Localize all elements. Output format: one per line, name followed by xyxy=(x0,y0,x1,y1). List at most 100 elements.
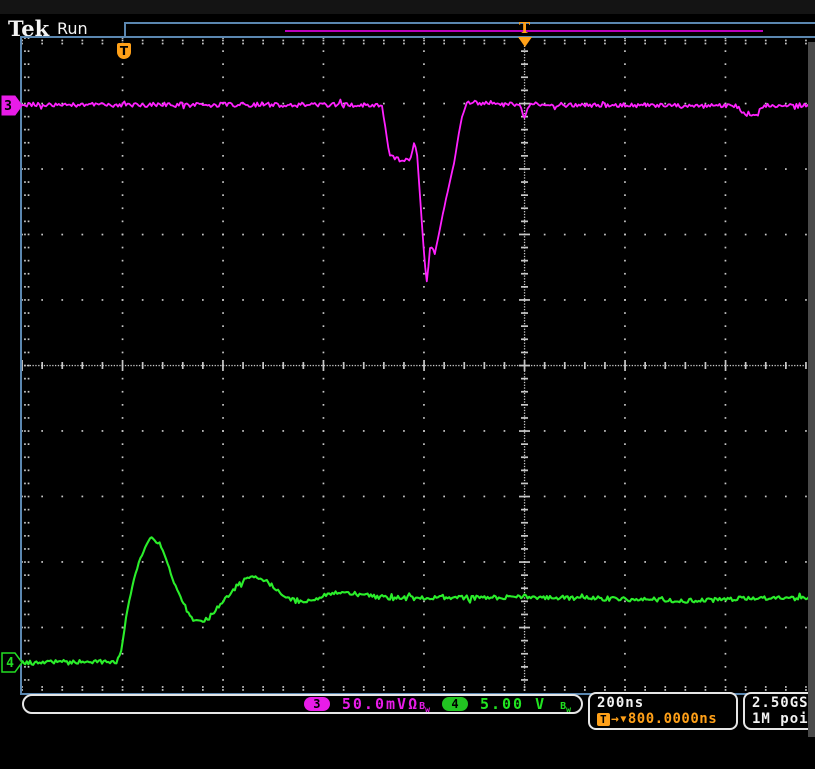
grid-dot xyxy=(322,456,325,459)
grid-dot xyxy=(503,42,506,45)
grid-dot xyxy=(290,364,292,367)
grid-dot xyxy=(293,364,295,367)
grid-dot xyxy=(362,299,365,301)
grid-dot xyxy=(222,482,224,485)
grid-dot xyxy=(81,495,84,498)
grid-dot xyxy=(393,364,396,367)
grid-dot xyxy=(322,613,325,616)
grid-dot xyxy=(523,538,526,540)
grid-dot xyxy=(202,626,204,629)
grid-dot xyxy=(262,686,264,688)
grid-dot xyxy=(704,362,707,369)
grid-dot xyxy=(584,495,586,498)
grid-dot xyxy=(27,404,30,406)
grid-dot xyxy=(704,626,707,629)
grid-dot xyxy=(521,613,528,616)
grid-dot xyxy=(161,42,164,45)
grid-dot xyxy=(222,155,224,157)
grid-dot xyxy=(189,364,191,367)
grid-dot xyxy=(483,39,486,42)
grid-dot xyxy=(519,102,530,105)
grid-dot xyxy=(581,364,583,367)
grid-dot xyxy=(38,364,40,367)
grid-dot xyxy=(503,689,506,691)
grid-dot xyxy=(724,469,727,472)
grid-dot xyxy=(523,401,526,403)
grid-dot xyxy=(505,364,508,367)
grid-dot xyxy=(24,38,26,39)
grid-dot xyxy=(483,689,486,691)
grid-dot xyxy=(592,364,594,367)
grid-dot xyxy=(628,364,631,367)
grid-dot xyxy=(141,42,144,45)
grid-dot xyxy=(279,364,281,367)
grid-dot xyxy=(500,364,502,367)
grid-dot xyxy=(61,561,64,563)
grid-dot xyxy=(523,98,526,101)
ch4-trace xyxy=(22,536,815,666)
grid-dot xyxy=(383,626,385,629)
grid-dot xyxy=(206,364,208,367)
grid-dot xyxy=(407,364,410,367)
grid-dot xyxy=(282,362,285,369)
grid-dot xyxy=(584,561,586,563)
grid-dot xyxy=(181,430,184,432)
grid-dot xyxy=(27,351,30,354)
grid-dot xyxy=(724,181,727,183)
grid-dot xyxy=(523,477,526,479)
grid-dot xyxy=(27,377,30,380)
grid-dot xyxy=(27,338,30,341)
grid-dot xyxy=(523,303,526,305)
grid-dot xyxy=(55,364,57,367)
grid-dot xyxy=(443,299,445,301)
grid-dot xyxy=(158,364,160,367)
grid-dot xyxy=(362,561,365,563)
grid-dot xyxy=(519,430,530,432)
grid-dot xyxy=(724,548,727,550)
grid-dot xyxy=(620,364,622,367)
grid-dot xyxy=(27,417,30,419)
grid-dot xyxy=(121,377,124,380)
grid-dot xyxy=(403,299,405,301)
grid-dot xyxy=(805,430,807,432)
channel-readout-bar: 3 50.0mVΩBw 4 5.00 V Bw xyxy=(22,694,583,714)
grid-dot xyxy=(342,626,345,629)
grid-dot xyxy=(523,93,526,95)
grid-dot xyxy=(754,364,757,367)
expansion-point-icon: ▼ xyxy=(620,714,627,725)
grid-dot xyxy=(503,686,506,688)
grid-dot xyxy=(222,286,224,288)
grid-dot xyxy=(523,398,526,400)
grid-dot xyxy=(222,639,224,642)
grid-dot xyxy=(136,364,138,367)
grid-dot xyxy=(222,417,224,419)
grid-dot xyxy=(27,443,30,445)
grid-dot xyxy=(41,495,43,498)
grid-dot xyxy=(362,233,365,236)
grid-dot xyxy=(222,430,224,432)
grid-dot xyxy=(141,299,144,301)
grid-dot xyxy=(523,87,526,89)
grid-dot xyxy=(523,449,526,451)
grid-dot xyxy=(615,364,617,367)
grid-dot xyxy=(61,39,64,42)
grid-dot xyxy=(242,39,244,42)
grid-dot xyxy=(27,63,30,65)
grid-dot xyxy=(617,364,620,367)
grid-dot xyxy=(684,561,687,563)
grid-dot xyxy=(523,479,526,482)
grid-dot xyxy=(523,138,526,140)
grid-dot xyxy=(423,360,425,371)
grid-dot xyxy=(195,364,197,367)
grid-dot xyxy=(101,39,104,42)
grid-dot xyxy=(604,39,606,42)
grid-dot xyxy=(61,362,64,369)
grid-dot xyxy=(738,364,740,367)
grid-dot xyxy=(805,299,807,301)
grid-dot xyxy=(764,42,767,45)
grid-dot xyxy=(222,508,224,511)
top-band xyxy=(0,0,815,14)
grid-dot xyxy=(383,168,385,170)
grid-dot xyxy=(121,155,124,157)
grid-dot xyxy=(724,50,727,52)
